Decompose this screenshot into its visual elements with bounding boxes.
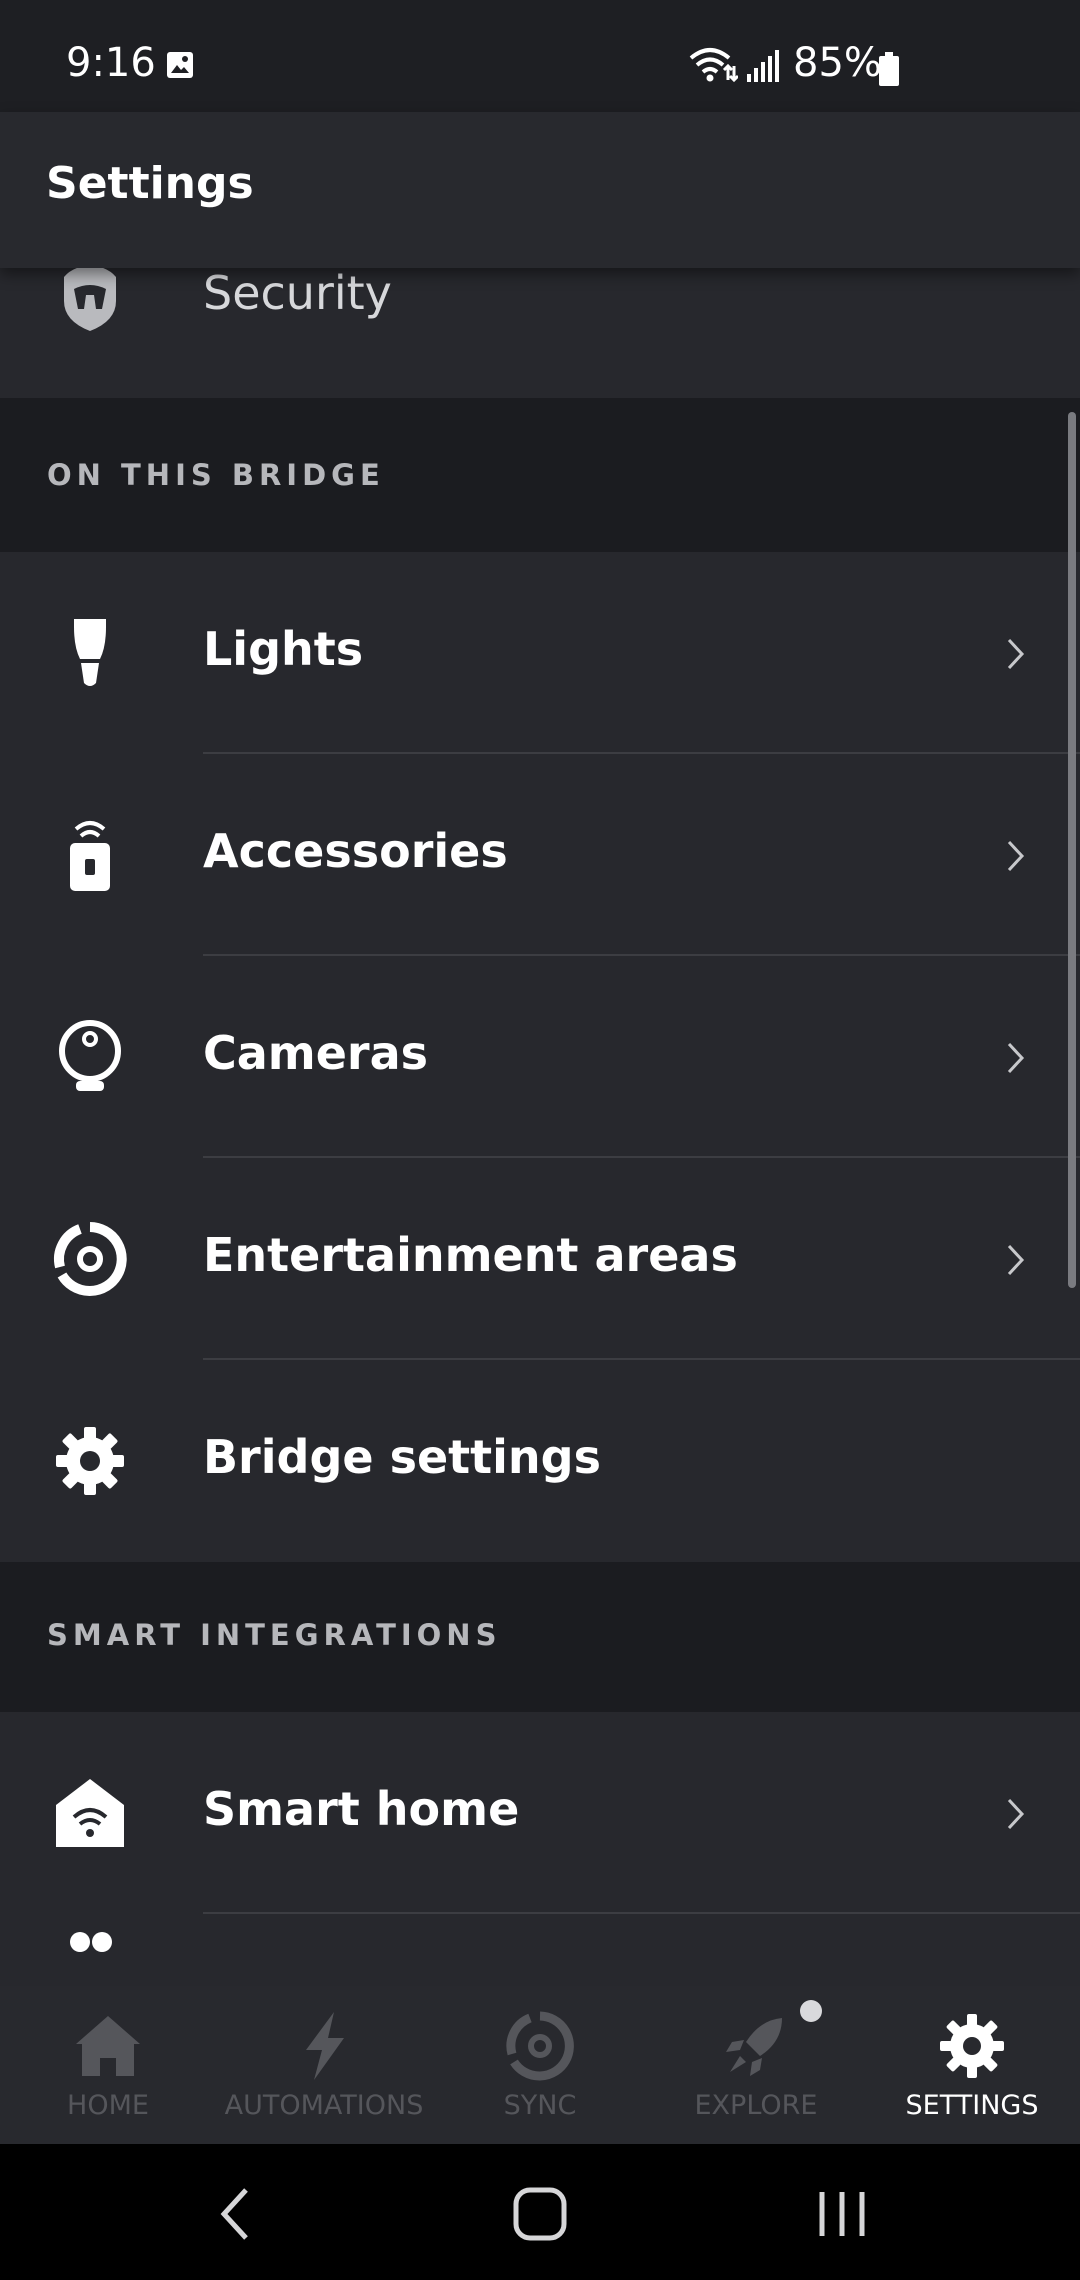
gear-icon [940, 2014, 1004, 2078]
nav-label: AUTOMATIONS [224, 2090, 424, 2121]
nav-explore[interactable]: EXPLORE [648, 1986, 864, 2144]
nav-settings[interactable]: SETTINGS [864, 1986, 1080, 2144]
nav-label: SETTINGS [905, 2090, 1039, 2121]
nav-automations[interactable]: AUTOMATIONS [216, 1986, 432, 2144]
settings-item-label: Entertainment areas [203, 1228, 738, 1282]
chevron-right-icon [1007, 638, 1025, 670]
nav-label: EXPLORE [694, 2090, 818, 2121]
rocket-icon [726, 2018, 782, 2076]
camera-icon [59, 1020, 121, 1091]
nav-sync[interactable]: SYNC [432, 1986, 648, 2144]
security-shield-icon [64, 268, 116, 331]
settings-item-label: Lights [203, 622, 364, 676]
settings-item-label: Smart home [203, 1782, 520, 1836]
settings-list: Security ON THIS BRIDGE Lights Accessori… [0, 268, 1080, 1986]
settings-item-smart-home[interactable]: Smart home [0, 1712, 1080, 1914]
settings-item-cameras[interactable]: Cameras [0, 956, 1080, 1158]
status-bar: 9:16 85% [0, 0, 1080, 112]
settings-item-label: Cameras [203, 1026, 429, 1080]
scrollbar[interactable] [1068, 412, 1076, 1288]
chevron-right-icon [1007, 1042, 1025, 1074]
chevron-right-icon [1007, 840, 1025, 872]
settings-item-entertainment-areas[interactable]: Entertainment areas [0, 1158, 1080, 1360]
nav-label: SYNC [503, 2090, 577, 2121]
entertainment-icon [54, 1222, 127, 1296]
chevron-right-icon [1007, 1798, 1025, 1830]
gallery-icon [167, 52, 193, 78]
settings-item-partial[interactable] [0, 1914, 1080, 1986]
settings-item-accessories[interactable]: Accessories [0, 754, 1080, 956]
battery-percentage: 85% [793, 40, 882, 86]
wifi-icon [689, 48, 738, 83]
smart-home-icon [56, 1779, 124, 1847]
bottom-navigation: HOME AUTOMATIONS SYNC EXPLORE SETTINGS [0, 1986, 1080, 2144]
page-title: Settings [46, 158, 254, 209]
nav-home[interactable]: HOME [0, 1986, 216, 2144]
home-button-icon[interactable] [500, 2174, 580, 2254]
settings-item-bridge-settings[interactable]: Bridge settings [0, 1360, 1080, 1562]
system-navigation-bar [0, 2144, 1080, 2280]
settings-item-security[interactable]: Security [0, 268, 1080, 398]
lightning-icon [306, 2012, 344, 2080]
bulb-icon [74, 619, 106, 686]
remote-icon [70, 821, 110, 891]
sync-icon [506, 2011, 574, 2081]
status-time: 9:16 [66, 40, 156, 86]
back-icon[interactable] [198, 2174, 278, 2254]
chevron-right-icon [1007, 1244, 1025, 1276]
settings-item-label: Security [203, 268, 392, 320]
recents-icon[interactable] [802, 2174, 882, 2254]
home-icon [76, 2016, 140, 2076]
signal-icon [747, 50, 779, 82]
section-header-smart-integrations: SMART INTEGRATIONS [0, 1564, 1080, 1712]
section-title: SMART INTEGRATIONS [47, 1618, 502, 1652]
nav-label: HOME [67, 2090, 149, 2121]
settings-item-label: Bridge settings [203, 1430, 601, 1484]
settings-item-label: Accessories [203, 824, 508, 878]
gear-icon [56, 1427, 124, 1495]
app-header: Settings [0, 112, 1080, 268]
battery-icon [879, 52, 899, 86]
settings-item-lights[interactable]: Lights [0, 552, 1080, 754]
section-title: ON THIS BRIDGE [47, 458, 385, 492]
partial-item-icon [70, 1932, 112, 1952]
section-header-on-this-bridge: ON THIS BRIDGE [0, 402, 1080, 546]
notification-dot [800, 2000, 822, 2022]
